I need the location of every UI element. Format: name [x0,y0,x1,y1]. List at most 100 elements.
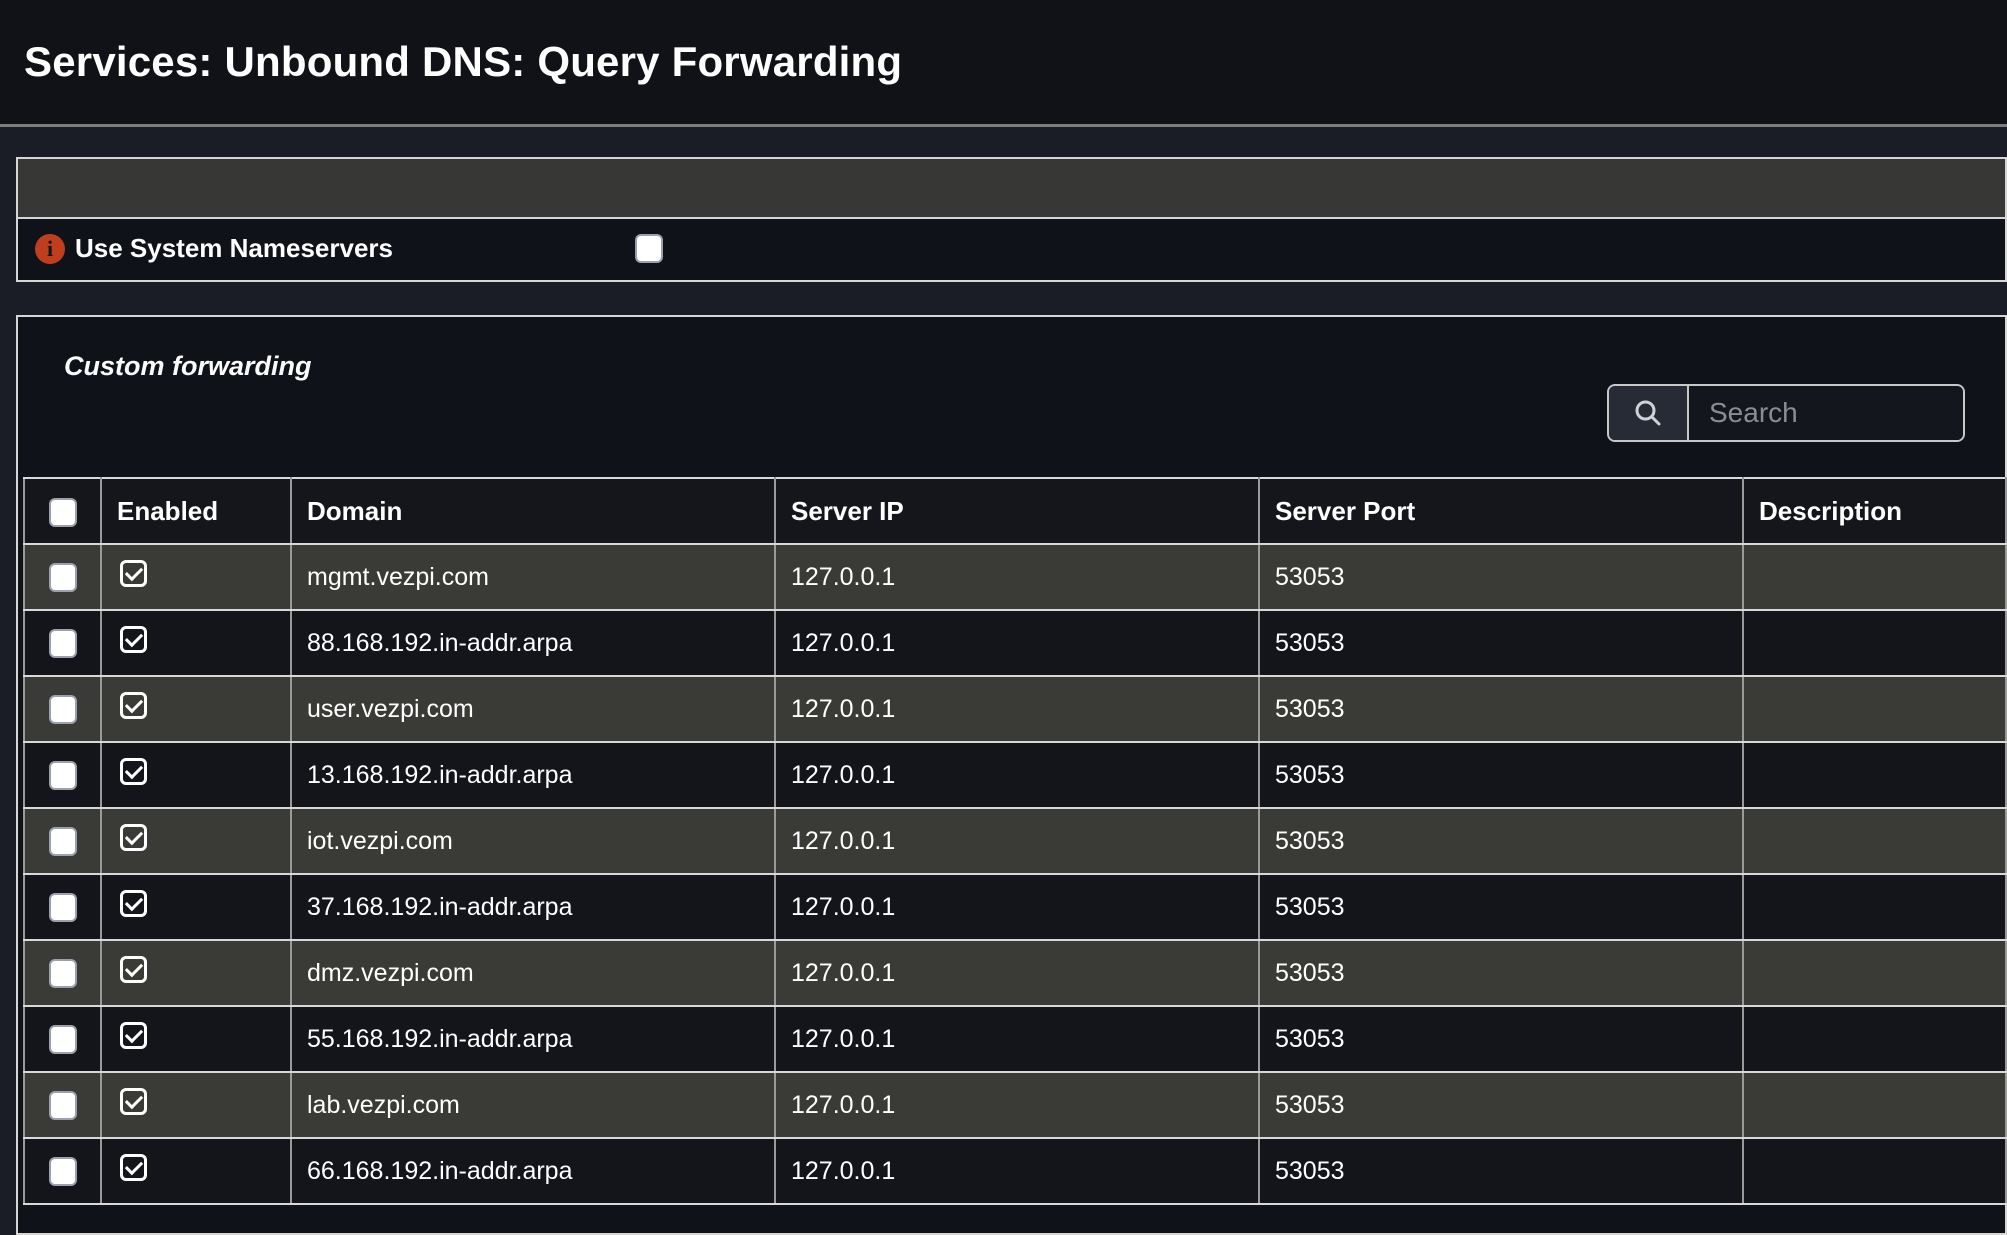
server-ip-cell: 127.0.0.1 [775,874,1259,940]
row-select-checkbox[interactable] [49,695,77,724]
description-cell [1743,874,2006,940]
row-select-checkbox[interactable] [49,629,77,658]
description-cell [1743,808,2006,874]
page-header: Services: Unbound DNS: Query Forwarding [0,0,2007,127]
domain-cell: iot.vezpi.com [291,808,775,874]
row-select-checkbox[interactable] [49,893,77,922]
server-port-cell: 53053 [1259,874,1743,940]
server-ip-cell: 127.0.0.1 [775,1072,1259,1138]
domain-cell: mgmt.vezpi.com [291,544,775,610]
server-port-cell: 53053 [1259,1006,1743,1072]
use-system-nameservers-checkbox[interactable] [635,234,663,263]
table-row: 37.168.192.in-addr.arpa 127.0.0.1 53053 [24,874,2006,940]
enabled-checkbox[interactable] [120,1088,147,1115]
row-select-checkbox[interactable] [49,959,77,988]
search-input[interactable] [1689,386,1965,440]
enabled-checkbox[interactable] [120,824,147,851]
table-row: 66.168.192.in-addr.arpa 127.0.0.1 53053 [24,1138,2006,1204]
domain-cell: 88.168.192.in-addr.arpa [291,610,775,676]
search-group [1607,384,1965,442]
row-select-checkbox[interactable] [49,827,77,856]
server-ip-cell: 127.0.0.1 [775,610,1259,676]
search-addon[interactable] [1609,386,1689,440]
domain-cell: 37.168.192.in-addr.arpa [291,874,775,940]
row-select-checkbox[interactable] [49,1157,77,1186]
enabled-cell [101,610,291,676]
forwarding-table: Enabled Domain Server IP Server Port Des… [23,477,2007,1205]
enabled-checkbox[interactable] [120,1022,147,1049]
row-select-cell [24,874,101,940]
server-port-cell: 53053 [1259,808,1743,874]
enabled-cell [101,742,291,808]
col-header-domain: Domain [291,478,775,544]
table-row: user.vezpi.com 127.0.0.1 53053 [24,676,2006,742]
search-icon [1633,398,1663,428]
description-cell [1743,940,2006,1006]
enabled-checkbox[interactable] [120,692,147,719]
enabled-cell [101,874,291,940]
server-port-cell: 53053 [1259,1072,1743,1138]
col-header-enabled: Enabled [101,478,291,544]
server-port-cell: 53053 [1259,742,1743,808]
enabled-checkbox[interactable] [120,626,147,653]
table-body: mgmt.vezpi.com 127.0.0.1 53053 88.168.19… [24,544,2006,1204]
server-port-cell: 53053 [1259,1138,1743,1204]
table-row: 55.168.192.in-addr.arpa 127.0.0.1 53053 [24,1006,2006,1072]
row-select-checkbox[interactable] [49,1025,77,1054]
description-cell [1743,1006,2006,1072]
domain-cell: 66.168.192.in-addr.arpa [291,1138,775,1204]
custom-forwarding-heading: Custom forwarding [64,351,2005,382]
enabled-checkbox[interactable] [120,956,147,983]
description-cell [1743,610,2006,676]
server-ip-cell: 127.0.0.1 [775,544,1259,610]
row-select-cell [24,1006,101,1072]
server-port-cell: 53053 [1259,676,1743,742]
select-all-checkbox[interactable] [49,498,77,527]
row-select-cell [24,1138,101,1204]
row-select-checkbox[interactable] [49,761,77,790]
domain-cell: dmz.vezpi.com [291,940,775,1006]
nameservers-panel: i Use System Nameservers [16,157,2007,282]
enabled-checkbox[interactable] [120,560,147,587]
row-select-checkbox[interactable] [49,563,77,592]
row-select-cell [24,742,101,808]
custom-forwarding-panel: Custom forwarding Enabled [16,315,2007,1235]
server-ip-cell: 127.0.0.1 [775,940,1259,1006]
description-cell [1743,544,2006,610]
enabled-checkbox[interactable] [120,758,147,785]
table-row: 13.168.192.in-addr.arpa 127.0.0.1 53053 [24,742,2006,808]
server-ip-cell: 127.0.0.1 [775,808,1259,874]
nameservers-panel-header [18,159,2005,219]
table-row: iot.vezpi.com 127.0.0.1 53053 [24,808,2006,874]
use-system-nameservers-label: Use System Nameservers [75,233,393,264]
row-select-checkbox[interactable] [49,1091,77,1120]
description-cell [1743,1072,2006,1138]
domain-cell: 13.168.192.in-addr.arpa [291,742,775,808]
col-header-server-ip: Server IP [775,478,1259,544]
domain-cell: 55.168.192.in-addr.arpa [291,1006,775,1072]
enabled-cell [101,1072,291,1138]
select-all-header-cell [24,478,101,544]
enabled-checkbox[interactable] [120,1154,147,1181]
enabled-cell [101,544,291,610]
description-cell [1743,676,2006,742]
server-ip-cell: 127.0.0.1 [775,742,1259,808]
page-title: Services: Unbound DNS: Query Forwarding [24,38,902,86]
col-header-server-port: Server Port [1259,478,1743,544]
col-header-description: Description [1743,478,2006,544]
row-select-cell [24,808,101,874]
table-row: 88.168.192.in-addr.arpa 127.0.0.1 53053 [24,610,2006,676]
server-ip-cell: 127.0.0.1 [775,1006,1259,1072]
enabled-cell [101,1006,291,1072]
row-select-cell [24,610,101,676]
table-row: lab.vezpi.com 127.0.0.1 53053 [24,1072,2006,1138]
server-port-cell: 53053 [1259,544,1743,610]
description-cell [1743,1138,2006,1204]
enabled-checkbox[interactable] [120,890,147,917]
info-circle-icon[interactable]: i [35,234,65,264]
server-ip-cell: 127.0.0.1 [775,1138,1259,1204]
enabled-cell [101,1138,291,1204]
domain-cell: lab.vezpi.com [291,1072,775,1138]
description-cell [1743,742,2006,808]
table-row: dmz.vezpi.com 127.0.0.1 53053 [24,940,2006,1006]
